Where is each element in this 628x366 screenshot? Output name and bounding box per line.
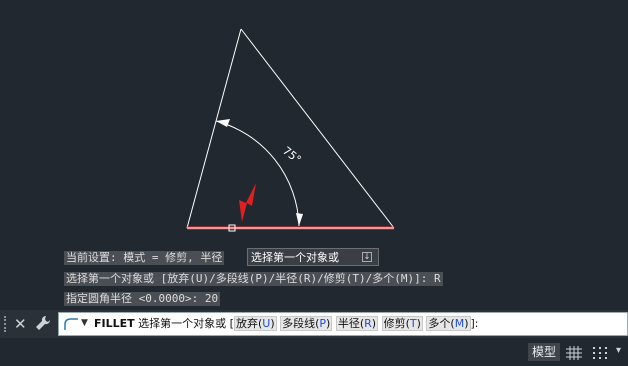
red-arrow-pointer: [239, 183, 256, 222]
angle-arrowhead-top: [216, 119, 230, 127]
command-input[interactable]: ▼ FILLET 选择第一个对象或 [放弃(U) 多段线(P) 半径(R) 修剪…: [58, 312, 628, 336]
dynamic-input-tooltip[interactable]: 选择第一个对象或 ↓: [247, 248, 379, 266]
command-suffix: ]:: [470, 317, 479, 330]
option-trim[interactable]: 修剪(T): [381, 316, 423, 331]
status-bar: 模型 ▾: [0, 338, 628, 366]
option-undo[interactable]: 放弃(U): [233, 316, 277, 331]
angle-dimension[interactable]: 75°: [215, 119, 304, 227]
close-icon[interactable]: ✕: [14, 314, 27, 334]
command-bar: ✕ ▼ FILLET 选择第一个对象或 [放弃(U) 多段线(P) 半径(R) …: [0, 310, 628, 338]
angle-arrowhead-bottom: [296, 213, 303, 226]
model-tab[interactable]: 模型: [528, 343, 561, 361]
option-radius[interactable]: 半径(R): [335, 316, 379, 331]
menu-icon[interactable]: ▾: [616, 345, 621, 356]
grid-icon[interactable]: [566, 345, 582, 364]
command-name: FILLET: [94, 317, 135, 330]
triangle-left-edge[interactable]: [186, 28, 242, 229]
snap-icon[interactable]: [592, 345, 608, 364]
command-prompt: 选择第一个对象或 [: [138, 317, 234, 330]
wrench-icon[interactable]: [35, 315, 51, 335]
download-icon[interactable]: ↓: [362, 252, 372, 262]
option-multiple[interactable]: 多个(M): [426, 316, 471, 331]
history-line-2: 选择第一个对象或 [放弃(U)/多段线(P)/半径(R)/修剪(T)/多个(M)…: [64, 272, 443, 286]
tooltip-text: 选择第一个对象或: [251, 251, 339, 264]
triangle[interactable]: [186, 28, 395, 230]
history-line-3: 指定圆角半径 <0.0000>: 20: [64, 292, 221, 306]
dropdown-icon[interactable]: ▼: [81, 318, 88, 328]
triangle-right-edge[interactable]: [240, 28, 395, 229]
angle-label: 75°: [280, 144, 303, 166]
angle-arc: [215, 120, 300, 227]
fillet-icon: [63, 316, 79, 336]
drag-handle[interactable]: [4, 316, 10, 332]
option-polyline[interactable]: 多段线(P): [280, 316, 333, 331]
history-line-1: 当前设置: 模式 = 修剪, 半径: [64, 251, 225, 265]
